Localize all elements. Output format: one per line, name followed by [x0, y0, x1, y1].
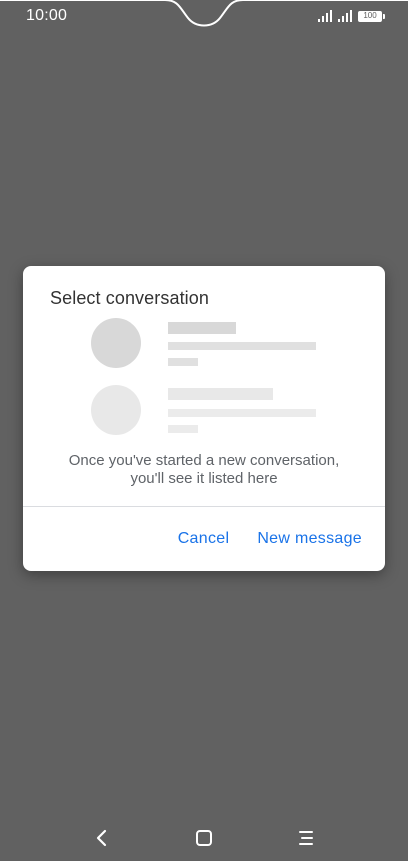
battery-level: 100	[359, 11, 381, 21]
dialog-actions: Cancel New message	[178, 530, 362, 548]
status-icons: 100	[318, 9, 385, 23]
back-button[interactable]	[87, 823, 117, 853]
empty-state-message: Once you've started a new conversation, …	[68, 452, 340, 487]
cancel-button[interactable]: Cancel	[178, 530, 230, 548]
new-message-button[interactable]: New message	[257, 530, 362, 548]
signal-icon	[318, 10, 332, 22]
status-bar: 10:00 100	[0, 0, 408, 36]
navigation-bar	[0, 805, 408, 861]
clock: 10:00	[26, 7, 68, 24]
back-icon	[96, 829, 107, 847]
snippet-placeholder	[168, 409, 316, 417]
dialog-title: Select conversation	[50, 288, 209, 308]
battery-icon: 100	[358, 10, 385, 22]
signal-icon	[338, 10, 352, 22]
name-placeholder	[168, 322, 236, 334]
snippet-placeholder	[168, 342, 316, 350]
home-icon	[196, 830, 212, 846]
home-button[interactable]	[189, 823, 219, 853]
avatar-placeholder	[91, 318, 141, 368]
time-placeholder	[168, 425, 198, 433]
time-placeholder	[168, 358, 198, 366]
name-placeholder	[168, 388, 273, 400]
menu-icon	[299, 831, 313, 845]
divider	[23, 506, 385, 507]
menu-button[interactable]	[291, 823, 321, 853]
avatar-placeholder	[91, 385, 141, 435]
select-conversation-dialog: Select conversation Once you've started …	[23, 266, 385, 571]
